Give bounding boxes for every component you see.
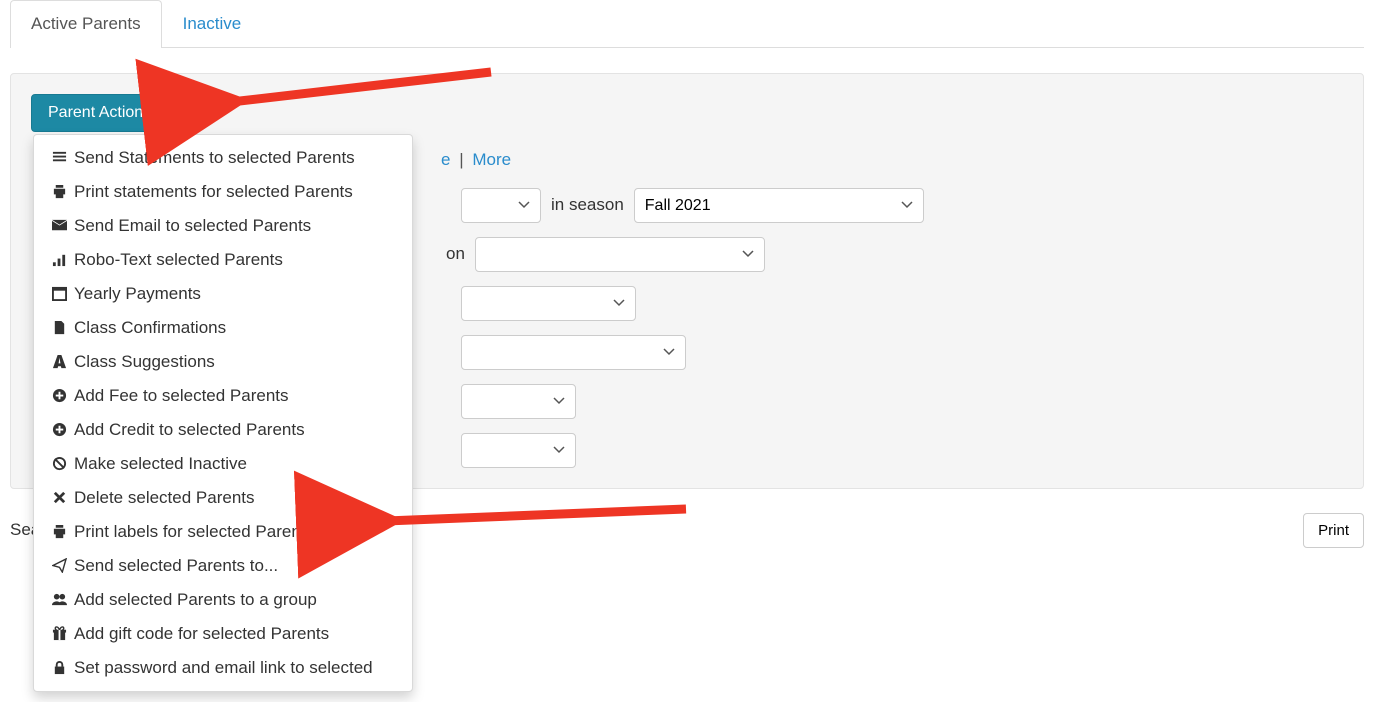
lock-icon xyxy=(50,660,68,675)
filter-select-6[interactable] xyxy=(461,433,576,468)
menu-item-label: Send selected Parents to... xyxy=(74,556,278,576)
tabs: Active Parents Inactive xyxy=(10,0,1364,48)
parent-actions-button[interactable]: Parent Actions ▼ xyxy=(31,94,184,132)
filter-select-1[interactable] xyxy=(461,188,541,223)
menu-class-suggestions[interactable]: Class Suggestions xyxy=(34,345,412,379)
menu-print-statements[interactable]: Print statements for selected Parents xyxy=(34,175,412,209)
menu-item-label: Send Email to selected Parents xyxy=(74,216,311,236)
link-more[interactable]: More xyxy=(472,150,511,169)
filters-panel: Parent Actions ▼ Send Statements to sele… xyxy=(10,73,1364,489)
menu-item-label: Add Fee to selected Parents xyxy=(74,386,289,406)
link-partial[interactable]: e xyxy=(441,150,450,169)
on-label: on xyxy=(446,244,465,264)
menu-item-label: Class Confirmations xyxy=(74,318,226,338)
times-icon xyxy=(50,490,68,505)
file-icon xyxy=(50,320,68,335)
parent-actions-menu: Send Statements to selected Parents Prin… xyxy=(33,134,413,692)
tab-inactive[interactable]: Inactive xyxy=(162,0,263,48)
plus-circle-icon xyxy=(50,422,68,437)
print-icon xyxy=(50,184,68,199)
calendar-icon xyxy=(50,286,68,301)
menu-delete-selected[interactable]: Delete selected Parents xyxy=(34,481,412,515)
link-separator: | xyxy=(459,150,463,169)
plus-circle-icon xyxy=(50,388,68,403)
menu-item-label: Delete selected Parents xyxy=(74,488,255,508)
signal-icon xyxy=(50,252,68,267)
quick-links: e | More xyxy=(441,150,1343,170)
menu-send-selected-to[interactable]: Send selected Parents to... xyxy=(34,549,412,583)
menu-item-label: Send Statements to selected Parents xyxy=(74,148,355,168)
menu-class-confirmations[interactable]: Class Confirmations xyxy=(34,311,412,345)
menu-item-label: Set password and email link to selected xyxy=(74,658,373,678)
menu-item-label: Add gift code for selected Parents xyxy=(74,624,329,644)
menu-add-gift-code[interactable]: Add gift code for selected Parents xyxy=(34,617,412,651)
menu-item-label: Class Suggestions xyxy=(74,352,215,372)
annotation-arrow-top xyxy=(211,62,511,127)
print-icon xyxy=(50,524,68,539)
caret-down-icon: ▼ xyxy=(157,107,167,118)
filter-select-3[interactable] xyxy=(461,286,636,321)
tab-active-parents[interactable]: Active Parents xyxy=(10,0,162,48)
menu-item-label: Print statements for selected Parents xyxy=(74,182,353,202)
season-select[interactable]: Fall 2021 xyxy=(634,188,924,223)
menu-yearly-payments[interactable]: Yearly Payments xyxy=(34,277,412,311)
menu-print-labels[interactable]: Print labels for selected Parents xyxy=(34,515,412,549)
menu-add-fee[interactable]: Add Fee to selected Parents xyxy=(34,379,412,413)
menu-item-label: Print labels for selected Parents xyxy=(74,522,314,542)
menu-set-password[interactable]: Set password and email link to selected xyxy=(34,651,412,685)
menu-item-label: Robo-Text selected Parents xyxy=(74,250,283,270)
ban-icon xyxy=(50,456,68,471)
envelope-icon xyxy=(50,218,68,233)
menu-item-label: Yearly Payments xyxy=(74,284,201,304)
menu-send-email[interactable]: Send Email to selected Parents xyxy=(34,209,412,243)
menu-make-inactive[interactable]: Make selected Inactive xyxy=(34,447,412,481)
menu-item-label: Add selected Parents to a group xyxy=(74,590,317,610)
menu-send-statements[interactable]: Send Statements to selected Parents xyxy=(34,141,412,175)
menu-item-label: Add Credit to selected Parents xyxy=(74,420,305,440)
road-icon xyxy=(50,354,68,369)
filter-select-on[interactable] xyxy=(475,237,765,272)
menu-add-credit[interactable]: Add Credit to selected Parents xyxy=(34,413,412,447)
menu-item-label: Make selected Inactive xyxy=(74,454,247,474)
users-icon xyxy=(50,592,68,607)
filter-select-5[interactable] xyxy=(461,384,576,419)
menu-add-to-group[interactable]: Add selected Parents to a group xyxy=(34,583,412,617)
print-button[interactable]: Print xyxy=(1303,513,1364,548)
in-season-label: in season xyxy=(551,195,624,215)
gift-icon xyxy=(50,626,68,641)
parent-actions-label: Parent Actions xyxy=(48,104,151,122)
paper-plane-icon xyxy=(50,558,68,573)
menu-robo-text[interactable]: Robo-Text selected Parents xyxy=(34,243,412,277)
list-icon xyxy=(50,150,68,165)
filter-select-4[interactable] xyxy=(461,335,686,370)
